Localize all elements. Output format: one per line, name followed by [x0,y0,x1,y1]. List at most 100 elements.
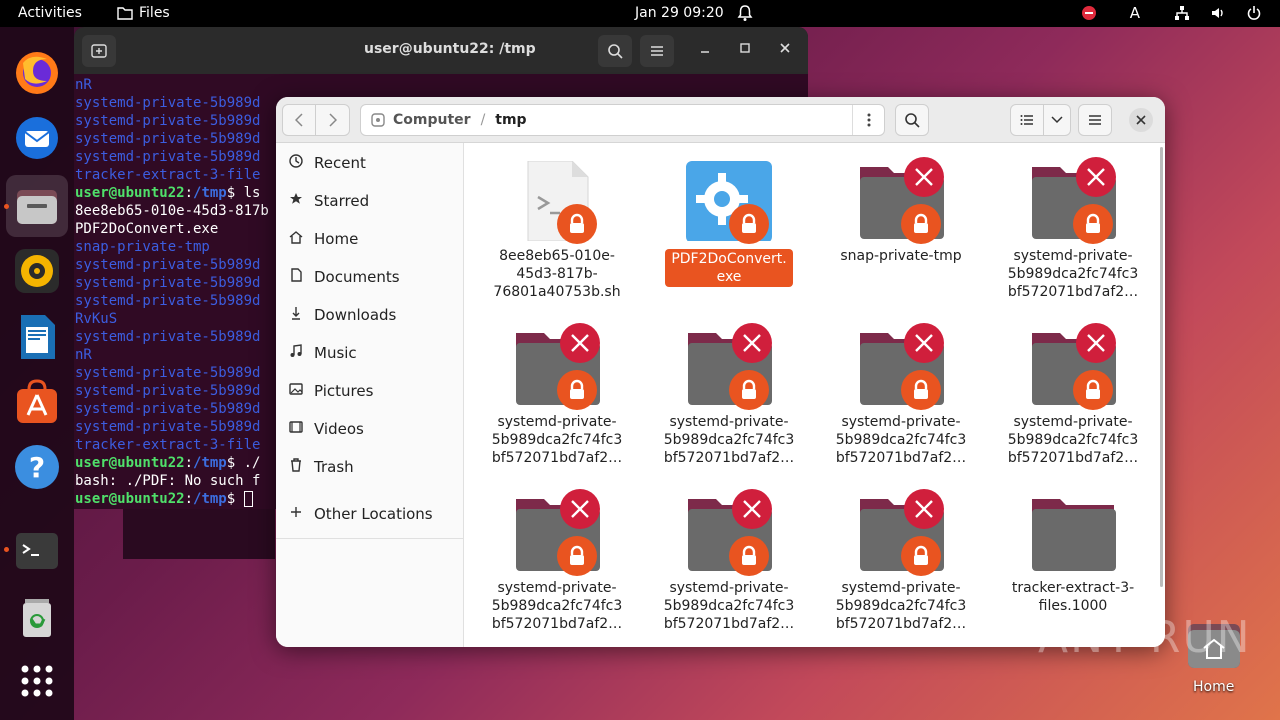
close-button[interactable] [780,41,790,57]
terminal-text: snap-private-tmp [75,239,210,255]
places-sidebar: Recent Starred Home Documents Downloads … [276,143,464,647]
folder-item[interactable]: snap-private-tmp [826,155,976,265]
terminal-text: systemd-private-5b989d [75,149,261,165]
item-label-line: bf572071bd7af2… [835,616,967,632]
terminal-header[interactable]: user@ubuntu22: /tmp [74,27,808,74]
new-tab-button[interactable] [82,35,116,67]
item-icon-wrap [1028,155,1118,245]
search-button[interactable] [895,104,929,136]
maximize-icon [740,43,750,53]
sidebar-item-starred[interactable]: Starred [288,189,369,213]
item-label-text: systemd-private- 5b989dca2fc74fc3 bf572071… [654,413,804,467]
sidebar-item-label: Documents [314,268,400,286]
sidebar-item-videos[interactable]: Videos [288,417,364,441]
file-item[interactable]: 8ee8eb65-010e- 45d3-817b- 76801a40753b.sh [482,155,632,301]
folder-item[interactable]: systemd-private- 5b989dca2fc74fc3 bf572071… [654,487,804,633]
desktop-home-label[interactable]: Home [1193,679,1234,695]
terminal-line: nR [75,76,808,94]
access-denied-icon [904,323,944,363]
clock[interactable]: Jan 29 09:20 [635,5,724,21]
close-button[interactable] [1129,108,1153,132]
prompt-command: $ [226,491,244,507]
folder-item[interactable]: systemd-private- 5b989dca2fc74fc3 bf572071… [482,321,632,467]
maximize-button[interactable] [740,41,750,57]
stop-icon[interactable] [1081,6,1096,20]
main-menu-button[interactable] [1078,104,1112,136]
power-icon[interactable] [1246,5,1262,21]
terminal-icon[interactable] [13,527,61,575]
forward-button[interactable] [316,104,350,136]
item-label-line: snap-private-tmp [840,248,962,264]
folder-item[interactable]: systemd-private- 5b989dca2fc74fc3 bf572071… [998,155,1148,301]
sidebar-item-downloads[interactable]: Downloads [288,303,396,327]
trash-icon[interactable] [13,593,61,641]
sidebar-item-recent[interactable]: Recent [288,151,366,175]
item-label-line: 5b989dca2fc74fc3 [1007,432,1139,448]
prompt-colon: : [184,491,194,507]
show-apps-icon[interactable] [13,657,61,705]
terminal-text: systemd-private-5b989d [75,329,261,345]
folder-item[interactable]: systemd-private- 5b989dca2fc74fc3 bf572071… [654,321,804,467]
input-source-indicator[interactable]: A [1130,4,1140,22]
item-label-line: bf572071bd7af2… [663,616,795,632]
lock-icon [729,370,769,410]
folder-item[interactable]: systemd-private- 5b989dca2fc74fc3 bf572071… [826,321,976,467]
file-item[interactable]: PDF2DoConvert. exe [654,155,804,287]
activities-button[interactable]: Activities [18,5,82,21]
path-root[interactable]: Computer [393,112,471,128]
clock-icon [288,154,304,172]
folder-item[interactable]: tracker-extract-3- files.1000 [998,487,1148,615]
sidebar-item-music[interactable]: Music [288,341,357,365]
back-button[interactable] [282,104,316,136]
sidebar-item-trash[interactable]: Trash [288,455,354,479]
rhythmbox-icon[interactable] [13,247,61,295]
access-denied-icon [1076,157,1116,197]
volume-icon[interactable] [1210,5,1226,21]
chevron-right-icon [328,113,337,127]
view-list-button[interactable] [1010,104,1044,136]
lock-icon [557,536,597,576]
path-menu-button[interactable] [852,105,884,135]
thunderbird-icon[interactable] [13,113,61,161]
item-label-line: tracker-extract-3- [1011,580,1135,596]
sidebar-item-documents[interactable]: Documents [288,265,400,289]
item-label-line: systemd-private- [497,414,617,430]
app-menu[interactable]: Files [117,5,170,21]
terminal-text: systemd-private-5b989d [75,365,261,381]
scrollbar[interactable] [1160,147,1163,587]
sidebar-item-pictures[interactable]: Pictures [288,379,373,403]
network-icon[interactable] [1174,5,1190,21]
terminal-cursor[interactable] [243,491,253,507]
writer-icon[interactable] [13,313,61,361]
star-icon [288,192,304,210]
folder-item[interactable]: systemd-private- 5b989dca2fc74fc3 bf572071… [998,321,1148,467]
system-tray[interactable]: A [1081,4,1262,22]
sidebar-item-home[interactable]: Home [288,227,358,251]
prompt-path: /tmp [193,491,227,507]
app-menu-label: Files [139,5,170,21]
sidebar-item-other-locations[interactable]: Other Locations [288,502,433,526]
app-center-icon[interactable] [13,377,61,425]
item-icon-wrap [684,321,774,411]
item-label-line: 5b989dca2fc74fc3 [835,432,967,448]
item-label-line: bf572071bd7af2… [1007,284,1139,300]
files-window[interactable]: Computer / tmp Recent Starred Home Docum… [276,97,1165,647]
help-icon[interactable]: ? [13,443,61,491]
view-options-button[interactable] [1043,104,1071,136]
minimize-button[interactable] [700,41,710,57]
files-icon[interactable] [13,182,61,230]
path-bar[interactable]: Computer / tmp [360,104,885,136]
path-current[interactable]: tmp [495,112,526,128]
item-icon-wrap [684,155,774,245]
item-label-line: bf572071bd7af2… [491,616,623,632]
chevron-left-icon [295,113,303,127]
bell-icon[interactable] [737,4,753,22]
vertical-dots-icon [867,113,870,127]
firefox-icon[interactable] [13,49,61,97]
file-grid[interactable]: 8ee8eb65-010e- 45d3-817b- 76801a40753b.sh P… [464,143,1165,647]
folder-item[interactable]: systemd-private- 5b989dca2fc74fc3 bf572071… [482,487,632,633]
chevron-down-icon [1051,116,1063,124]
terminal-menu-button[interactable] [640,35,674,67]
folder-item[interactable]: systemd-private- 5b989dca2fc74fc3 bf572071… [826,487,976,633]
terminal-search-button[interactable] [598,35,632,67]
